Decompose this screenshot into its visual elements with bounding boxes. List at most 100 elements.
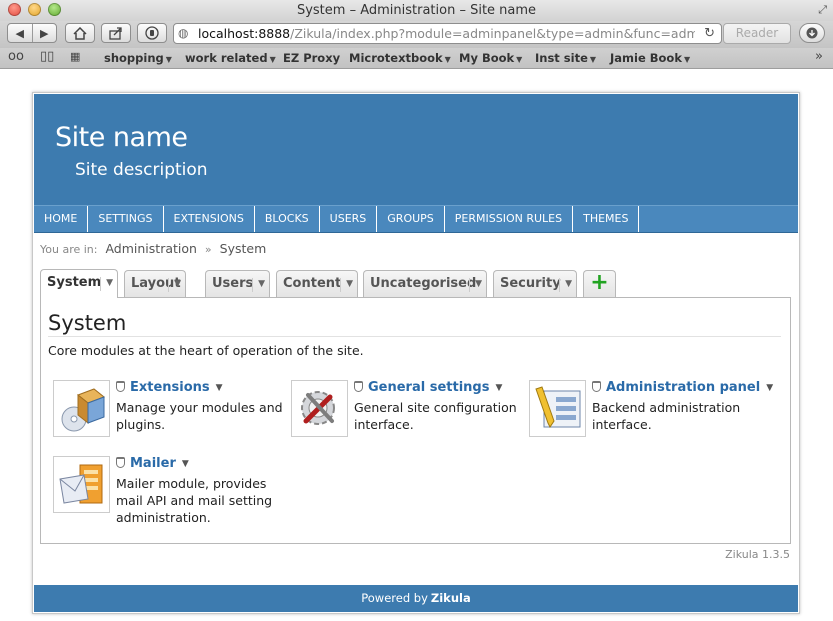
title-bar: System – Administration – Site name ⤢ xyxy=(0,0,833,22)
back-forward-group: ◀ ▶ xyxy=(7,23,57,43)
fullscreen-icon[interactable]: ⤢ xyxy=(818,3,827,17)
back-button[interactable]: ◀ xyxy=(8,27,32,40)
module-title-link[interactable]: Administration panel xyxy=(606,380,760,395)
chevron-down-icon[interactable]: ▼ xyxy=(182,459,189,469)
chevron-down-icon: ▼ xyxy=(269,55,276,64)
breadcrumb-separator: » xyxy=(204,243,212,256)
site-description: Site description xyxy=(75,160,208,180)
home-icon xyxy=(73,26,87,40)
tab-users[interactable]: Users ▼ xyxy=(205,270,270,297)
bookmark-item[interactable]: work related ▼ xyxy=(185,51,276,65)
chevron-down-icon[interactable]: ▼ xyxy=(346,271,353,297)
tab-content[interactable]: Content ▼ xyxy=(276,270,358,297)
chevron-down-icon[interactable]: ▼ xyxy=(216,383,223,393)
chevron-down-icon[interactable]: ▼ xyxy=(495,383,502,393)
bookmark-label: Inst site xyxy=(535,51,588,65)
content-panel: System Core modules at the heart of oper… xyxy=(40,297,791,544)
bookmarks-bar: oo ▯▯ ▦ shopping ▼ work related ▼ EZ Proxy Mi… xyxy=(0,48,833,69)
content-description: Core modules at the heart of operation o… xyxy=(48,343,364,358)
more-bookmarks-icon[interactable]: » xyxy=(815,49,823,64)
module-header: General settings ▼ xyxy=(354,380,502,395)
privacy-button[interactable] xyxy=(137,23,167,43)
tab-security[interactable]: Security ▼ xyxy=(493,270,577,297)
window-title: System – Administration – Site name xyxy=(296,3,537,18)
bookmark-item[interactable]: Microtextbook ▼ xyxy=(349,51,451,65)
footer-prefix: Powered by xyxy=(361,591,428,605)
reload-icon[interactable]: ↻ xyxy=(704,24,715,43)
tab-uncategorised[interactable]: Uncategorised ▼ xyxy=(363,270,487,297)
chevron-down-icon[interactable]: ▼ xyxy=(258,271,265,297)
admin-panel-icon[interactable] xyxy=(529,380,586,437)
tab-divider xyxy=(559,278,560,292)
chevron-down-icon[interactable]: ▼ xyxy=(106,270,113,296)
bookmark-label: Jamie Book xyxy=(610,51,682,65)
nav-item-groups[interactable]: GROUPS xyxy=(377,206,445,232)
bookmark-item[interactable]: shopping ▼ xyxy=(104,51,172,65)
shield-icon xyxy=(116,457,125,468)
chevron-down-icon: ▼ xyxy=(444,55,451,64)
reader-button[interactable]: Reader xyxy=(723,23,791,44)
breadcrumb-prefix: You are in: xyxy=(40,243,98,256)
settings-icon[interactable] xyxy=(291,380,348,437)
address-bar[interactable]: ◍ localhost:8888/Zikula/index.php?module… xyxy=(173,23,722,44)
tab-layout[interactable]: Layout ▼ xyxy=(124,270,186,297)
module-description: Backend administration interface. xyxy=(592,400,741,432)
tab-divider xyxy=(469,278,470,292)
bookmark-item[interactable]: My Book ▼ xyxy=(459,51,522,65)
bookmark-item[interactable]: Jamie Book ▼ xyxy=(610,51,690,65)
web-page: Site name Site description HOME SETTINGS E… xyxy=(0,69,833,621)
module-title-link[interactable]: Mailer xyxy=(130,456,176,471)
tab-system[interactable]: System ▼ xyxy=(40,269,118,298)
nav-item-permission-rules[interactable]: PERMISSION RULES xyxy=(445,206,574,232)
bookmark-item[interactable]: EZ Proxy xyxy=(283,51,340,65)
home-button[interactable] xyxy=(65,23,95,43)
chevron-down-icon[interactable]: ▼ xyxy=(766,383,773,393)
bookmark-label: work related xyxy=(185,51,268,65)
nav-item-home[interactable]: HOME xyxy=(34,206,89,232)
bookmark-item[interactable]: Inst site ▼ xyxy=(535,51,596,65)
download-icon xyxy=(806,27,818,39)
chevron-down-icon: ▼ xyxy=(683,55,691,64)
nav-item-blocks[interactable]: BLOCKS xyxy=(255,206,320,232)
module-general-settings: General settings ▼ General site configura… xyxy=(286,380,517,444)
nav-item-settings[interactable]: SETTINGS xyxy=(88,206,164,232)
chevron-down-icon: ▼ xyxy=(516,55,523,64)
downloads-button[interactable] xyxy=(799,23,825,43)
tab-divider xyxy=(252,278,253,292)
tab-label: System xyxy=(47,275,102,290)
extensions-icon[interactable] xyxy=(53,380,110,437)
tab-label: Security xyxy=(500,276,561,291)
mailer-icon[interactable] xyxy=(53,456,110,513)
bookmark-label: shopping xyxy=(104,51,164,65)
tab-divider xyxy=(340,278,341,292)
version-label: Zikula 1.3.5 xyxy=(725,548,790,561)
module-title-link[interactable]: General settings xyxy=(368,380,489,395)
content-title: System xyxy=(48,311,781,337)
main-navigation: HOME SETTINGS EXTENSIONS BLOCKS USERS GROUPS P… xyxy=(34,205,798,233)
site-name[interactable]: Site name xyxy=(55,122,188,153)
module-header: Administration panel ▼ xyxy=(592,380,773,395)
globe-icon: ◍ xyxy=(178,26,189,40)
reading-list-icon[interactable]: oo xyxy=(8,49,24,64)
chevron-down-icon[interactable]: ▼ xyxy=(565,271,572,297)
nav-item-themes[interactable]: THEMES xyxy=(573,206,640,232)
bookmark-label: My Book xyxy=(459,51,515,65)
nav-item-extensions[interactable]: EXTENSIONS xyxy=(164,206,255,232)
share-button[interactable] xyxy=(101,23,131,43)
bookmarks-icon[interactable]: ▯▯ xyxy=(40,49,54,64)
chevron-down-icon[interactable]: ▼ xyxy=(475,271,482,297)
add-category-tab[interactable]: + xyxy=(583,270,616,297)
forward-button[interactable]: ▶ xyxy=(33,27,57,40)
nav-item-users[interactable]: USERS xyxy=(320,206,378,232)
footer-brand-link[interactable]: Zikula xyxy=(431,591,471,605)
tab-divider xyxy=(168,278,169,292)
shield-icon xyxy=(145,26,159,40)
chevron-down-icon[interactable]: ▼ xyxy=(174,271,181,297)
module-description: General site configuration interface. xyxy=(354,400,517,432)
module-title-link[interactable]: Extensions xyxy=(130,380,210,395)
tab-divider xyxy=(100,277,101,291)
breadcrumb-item-administration[interactable]: Administration xyxy=(105,241,196,256)
top-sites-icon[interactable]: ▦ xyxy=(70,50,80,63)
shield-icon xyxy=(592,381,601,392)
tab-label: Content xyxy=(283,276,342,291)
